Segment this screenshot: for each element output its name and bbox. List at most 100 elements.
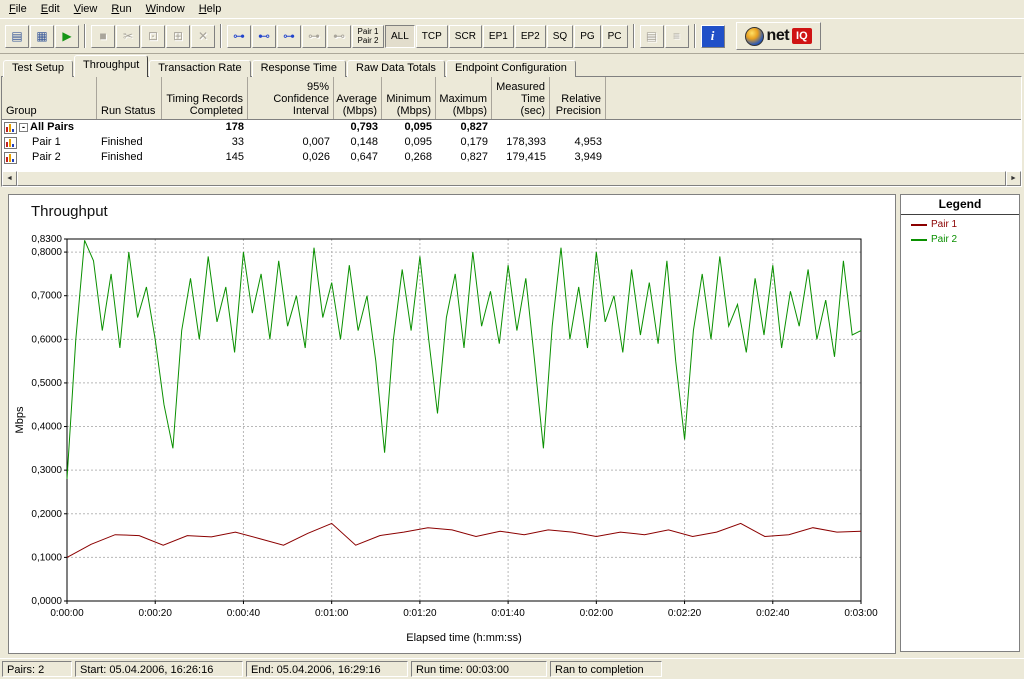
y-tick-label: 0,8300 [31,234,62,245]
cell-average: 0,148 [350,136,378,148]
table-body: - All Pairs 178 0,793 0,095 0,827 Pair 1 Finish… [2,120,1021,165]
filter-ep1-button[interactable]: EP1 [482,24,514,48]
y-tick-label: 0,8000 [31,247,62,258]
table-header-row: Group Run Status Timing Records Completed 9… [2,77,1021,120]
results-table: Group Run Status Timing Records Completed 9… [1,76,1022,187]
menu-run[interactable]: Run [104,2,138,16]
menu-edit[interactable]: Edit [34,2,67,16]
stop-run-button: ■ [91,24,115,48]
menu-help[interactable]: Help [192,2,229,16]
column-header-measured-time[interactable]: Measured Time (sec) [492,77,550,119]
edit-pair-button[interactable]: ⊶ [277,24,301,48]
cell-minimum: 0,095 [404,121,432,133]
column-header-group[interactable]: Group [2,77,97,119]
pair-visibility-button[interactable]: Pair 1 Pair 2 [352,24,384,48]
tab-endpoint-configuration[interactable]: Endpoint Configuration [445,60,576,77]
legend-item-pair-2: Pair 2 [901,230,1019,245]
table-row-pair-1[interactable]: Pair 1 Finished 33 0,007 0,148 0,095 0,179 178,… [2,135,1021,150]
copy-icon: ⊡ [147,29,159,43]
print-button[interactable]: ▦ [30,24,54,48]
filter-ep2-button[interactable]: EP2 [514,24,546,48]
run-test-button[interactable]: ▶ [55,24,79,48]
menu-window[interactable]: Window [139,2,192,16]
add-multicast-pair-icon: ⊷ [258,29,270,43]
add-pair-icon: ⊶ [233,29,245,43]
cell-minimum: 0,268 [404,151,432,163]
x-tick-label: 0:02:40 [756,608,790,619]
x-axis-label: Elapsed time (h:mm:ss) [406,632,522,644]
table-row-pair-2[interactable]: Pair 2 Finished 145 0,026 0,647 0,268 0,827 179… [2,150,1021,165]
toolbar-separator [218,24,225,48]
tab-transaction-rate[interactable]: Transaction Rate [149,60,251,77]
throughput-chart: 0,8300 0,8000 0,7000 0,6000 0,5000 0,4000 0,30… [14,234,878,644]
legend-color-swatch [911,223,927,226]
series-line-pair-2 [66,240,862,479]
cell-maximum: 0,827 [460,121,488,133]
column-header-precision[interactable]: Relative Precision [550,77,606,119]
tab-response-time[interactable]: Response Time [251,60,347,77]
legend-title: Legend [901,195,1019,215]
cell-average: 0,647 [350,151,378,163]
pair-chart-icon [4,151,17,164]
netiq-logo: net IQ [735,22,821,50]
cell-confidence [248,120,334,135]
cell-maximum: 0,179 [460,136,488,148]
group-name: Pair 1 [32,136,61,148]
legend-items: Pair 1 Pair 2 [901,215,1019,245]
column-header-maximum[interactable]: Maximum (Mbps) [436,77,492,119]
column-header-run-status[interactable]: Run Status [97,77,162,119]
y-tick-label: 0,4000 [31,422,62,433]
menu-file[interactable]: File [2,2,34,16]
y-tick-label: 0,2000 [31,509,62,520]
toolbar-separator [630,24,638,48]
x-tick-label: 0:02:20 [668,608,702,619]
menu-view[interactable]: View [67,2,105,16]
filter-all-button[interactable]: ALL [385,24,415,48]
info-button[interactable]: i [700,24,725,48]
new-test-button[interactable]: ▤ [5,24,29,48]
scroll-left-button[interactable]: ◄ [2,171,17,186]
legend-label: Pair 2 [931,234,958,245]
filter-pc-button[interactable]: PC [601,24,628,48]
cell-maximum: 0,827 [460,151,488,163]
pair-chart-icon [4,136,17,149]
filter-sq-button[interactable]: SQ [546,24,574,48]
tab-test-setup[interactable]: Test Setup [3,60,73,77]
column-header-timing-records[interactable]: Timing Records Completed [162,77,248,119]
table-row-all-pairs[interactable]: - All Pairs 178 0,793 0,095 0,827 [2,120,1021,135]
delete-button: ✕ [191,24,215,48]
y-tick-label: 0,7000 [31,291,62,302]
filter-pg-button[interactable]: PG [574,24,601,48]
scroll-right-button[interactable]: ► [1006,171,1021,186]
tab-throughput[interactable]: Throughput [73,55,149,77]
swap-endpoints-icon: ⊶ [308,29,320,43]
filter-scr-button[interactable]: SCR [448,24,482,48]
cell-run-status: Finished [101,151,143,163]
y-tick-label: 0,0000 [31,596,62,607]
add-multicast-pair-button[interactable]: ⊷ [252,24,276,48]
cell-timing-records: 145 [225,151,244,163]
status-start: Start: 05.04.2006, 16:26:16 [75,661,243,677]
column-header-average[interactable]: Average (Mbps) [334,77,382,119]
tab-raw-data-totals[interactable]: Raw Data Totals [347,60,445,77]
cell-confidence: 0,026 [302,151,330,163]
scrollbar-thumb[interactable] [17,171,1006,186]
column-header-confidence[interactable]: 95% Confidence Interval [248,77,334,119]
ixchariot-window: File Edit View Run Window Help ▤ ▦ ▶ ■ ✂ ⊡ ⊞ ✕ ⊶ ⊷ ⊶ ⊶ ⊷ P… [0,0,1024,679]
add-pair-button[interactable]: ⊶ [227,24,251,48]
x-tick-label: 0:01:20 [403,608,437,619]
cell-run-status: Finished [101,136,143,148]
notes-view-button: ≡ [664,24,689,48]
filter-tcp-button[interactable]: TCP [415,24,448,48]
paste-button: ⊞ [166,24,190,48]
cell-precision [550,120,606,135]
globe-icon [744,26,764,46]
horizontal-scrollbar[interactable]: ◄ ► [2,171,1021,186]
collapse-toggle[interactable]: - [19,123,28,132]
report-view-icon: ▤ [645,29,658,43]
view-pair-icon: ⊷ [333,29,345,43]
column-header-minimum[interactable]: Minimum (Mbps) [382,77,436,119]
stop-run-icon: ■ [99,29,107,43]
notes-view-icon: ≡ [673,29,681,43]
x-tick-label: 0:01:00 [315,608,349,619]
